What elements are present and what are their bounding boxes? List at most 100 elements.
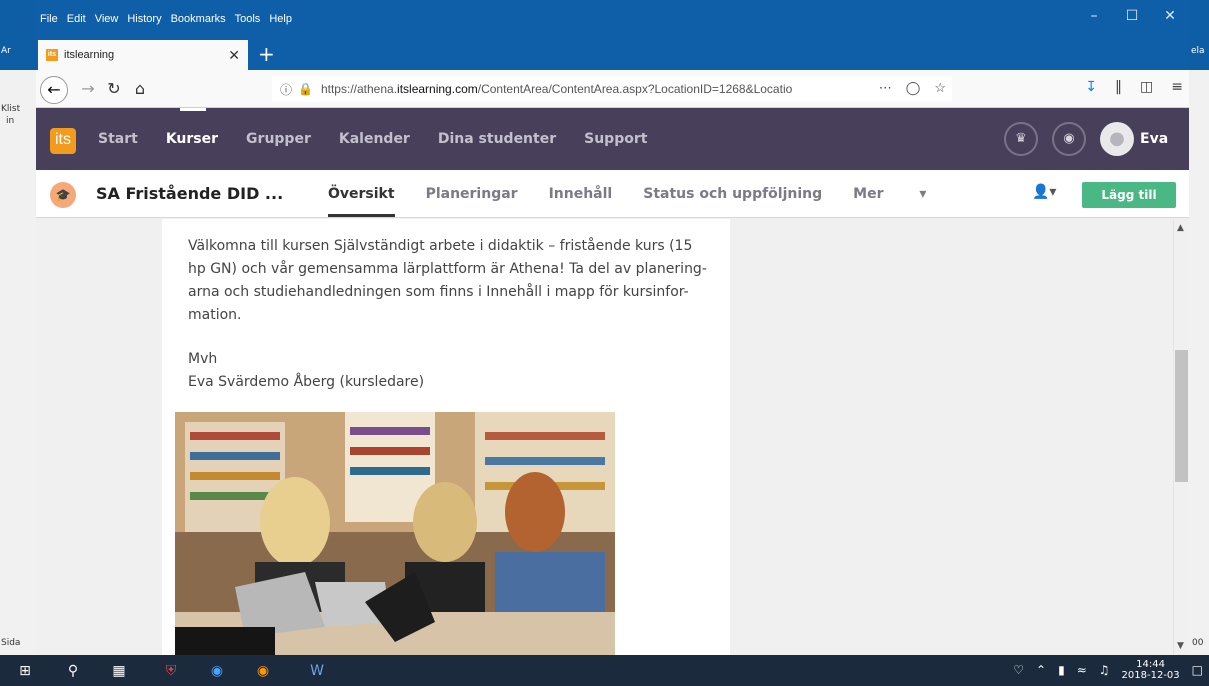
url-text: https://athena.itslearning.com/ContentAr… xyxy=(320,82,793,96)
tab-title: itslearning xyxy=(64,49,115,61)
person-menu-icon[interactable]: 👤▾ xyxy=(1032,184,1056,200)
url-tools: ⋯ ◯ ☆ xyxy=(879,80,946,96)
desktop-left-blue xyxy=(0,0,36,70)
students-photo xyxy=(175,412,615,655)
app-shield-icon[interactable]: ⛨ xyxy=(160,660,182,682)
course-title[interactable]: SA Fristående DID ... xyxy=(96,184,283,203)
itslearning-header: its Start Kurser Grupper Kalender Dina s… xyxy=(36,108,1189,170)
firefox-taskbar-icon[interactable]: ◉ xyxy=(252,660,274,682)
menu-help[interactable]: Help xyxy=(269,13,292,25)
maximize-icon[interactable]: ☐ xyxy=(1113,8,1151,24)
pocket-icon[interactable]: ◯ xyxy=(906,80,921,96)
browser-tab[interactable]: its itslearning ✕ xyxy=(38,40,248,70)
content-area: Välkomna till kursen Självständigt arbet… xyxy=(36,219,1173,655)
titlebar: File Edit View History Bookmarks Tools H… xyxy=(36,0,1189,70)
zoom-app-icon[interactable]: ◉ xyxy=(206,660,228,682)
main-nav: Start Kurser Grupper Kalender Dina stude… xyxy=(98,108,675,147)
url-bar[interactable]: ⓘ 🔒 https://athena.itslearning.com/Conte… xyxy=(272,76,952,102)
download-icon[interactable]: ↧ xyxy=(1085,79,1097,95)
menubar: File Edit View History Bookmarks Tools H… xyxy=(40,13,292,25)
avatar[interactable]: ● xyxy=(1100,122,1134,156)
bg-label-in: in xyxy=(6,116,15,126)
window-controls: – ☐ ✕ xyxy=(1075,8,1189,24)
welcome-line-1: Välkomna till kursen Självständigt arbet… xyxy=(188,238,693,254)
wifi-icon[interactable]: ≈ xyxy=(1077,663,1087,677)
word-taskbar-icon[interactable]: W xyxy=(306,660,328,682)
scroll-down-icon[interactable]: ▼ xyxy=(1177,641,1184,651)
course-tabs: Översikt Planeringar Innehåll Status och… xyxy=(328,186,988,217)
bg-label-00: 00 xyxy=(1192,638,1204,648)
close-icon[interactable]: ✕ xyxy=(1151,8,1189,24)
task-view-icon[interactable]: ▦ xyxy=(108,660,130,682)
menu-edit[interactable]: Edit xyxy=(67,13,86,25)
lock-icon: 🔒 xyxy=(298,82,313,96)
nav-kalender[interactable]: Kalender xyxy=(339,131,410,147)
search-icon[interactable]: ⚲ xyxy=(62,660,84,682)
signature: Eva Svärdemo Åberg (kursledare) xyxy=(188,374,425,390)
tab-status-och-uppfoljning[interactable]: Status och uppföljning xyxy=(643,186,822,202)
toolbar-right: ↧ ‖ ◫ ≡ xyxy=(1085,79,1183,95)
scroll-up-icon[interactable]: ▲ xyxy=(1177,223,1184,233)
home-icon[interactable]: ⌂ xyxy=(128,77,152,101)
forward-icon[interactable]: → xyxy=(76,77,100,101)
menu-bookmarks[interactable]: Bookmarks xyxy=(171,13,226,25)
welcome-paragraph: Välkomna till kursen Självständigt arbet… xyxy=(188,235,708,327)
system-tray: ♡ ⌃ ▮ ≈ ♫ 14:44 2018-12-03 □ xyxy=(1013,659,1203,681)
tab-oversikt[interactable]: Översikt xyxy=(328,186,395,217)
tab-mer[interactable]: Mer ▾ xyxy=(853,186,957,202)
hamburger-menu-icon[interactable]: ≡ xyxy=(1171,79,1183,95)
students-photo-illustration xyxy=(175,412,615,655)
volume-icon[interactable]: ♫ xyxy=(1099,663,1110,677)
menu-view[interactable]: View xyxy=(95,13,119,25)
clock-time: 14:44 xyxy=(1136,659,1165,670)
bulletin-card: Välkomna till kursen Självständigt arbet… xyxy=(162,219,730,655)
welcome-line-4: mation. xyxy=(188,307,242,323)
page-actions-icon[interactable]: ⋯ xyxy=(879,80,892,96)
notifications-icon[interactable]: □ xyxy=(1192,663,1203,677)
course-cap-icon: 🎓 xyxy=(50,182,76,208)
tab-close-icon[interactable]: ✕ xyxy=(228,47,240,64)
itslearning-favicon-icon: its xyxy=(46,49,58,61)
firefox-window: File Edit View History Bookmarks Tools H… xyxy=(36,0,1189,655)
bg-label-ela: ela xyxy=(1191,46,1205,56)
user-name[interactable]: Eva xyxy=(1140,131,1168,147)
battery-icon[interactable]: ▮ xyxy=(1058,663,1065,677)
bookmark-star-icon[interactable]: ☆ xyxy=(934,80,946,96)
desktop-left-strip xyxy=(0,0,36,655)
windows-start-icon[interactable]: ⊞ xyxy=(14,660,36,682)
tab-planeringar[interactable]: Planeringar xyxy=(426,186,518,202)
desktop-right-blue xyxy=(1189,0,1209,70)
course-header: 🎓 SA Fristående DID ... Översikt Planeri… xyxy=(36,170,1189,218)
itslearning-logo[interactable]: its xyxy=(50,128,76,154)
messages-icon[interactable]: ◉ xyxy=(1052,122,1086,156)
tray-chevron-icon[interactable]: ⌃ xyxy=(1036,663,1046,677)
info-icon[interactable]: ⓘ xyxy=(280,81,292,98)
signoff: Mvh xyxy=(188,351,218,367)
reload-icon[interactable]: ↻ xyxy=(102,77,126,101)
tab-innehall[interactable]: Innehåll xyxy=(549,186,613,202)
nav-dina-studenter[interactable]: Dina studenter xyxy=(438,131,556,147)
welcome-line-2: hp GN) och vår gemensamma lärplattform ä… xyxy=(188,261,707,277)
people-icon[interactable]: ♡ xyxy=(1013,663,1024,677)
sidebar-icon[interactable]: ◫ xyxy=(1140,79,1153,95)
nav-kurser[interactable]: Kurser xyxy=(166,108,218,147)
back-icon[interactable]: ← xyxy=(40,76,68,104)
bg-label-sida: Sida xyxy=(1,638,21,648)
menu-history[interactable]: History xyxy=(127,13,161,25)
page-scrollbar[interactable]: ▲ ▼ xyxy=(1173,219,1189,655)
windows-taskbar: ⊞ ⚲ ▦ ⛨ ◉ ◉ W ♡ ⌃ ▮ ≈ ♫ 14:44 2018-12-03… xyxy=(0,655,1209,686)
welcome-line-3: arna och studiehandledningen som finns i… xyxy=(188,284,689,300)
minimize-icon[interactable]: – xyxy=(1075,8,1113,24)
library-icon[interactable]: ‖ xyxy=(1115,79,1122,95)
menu-file[interactable]: File xyxy=(40,13,58,25)
nav-start[interactable]: Start xyxy=(98,131,138,147)
nav-grupper[interactable]: Grupper xyxy=(246,131,311,147)
menu-tools[interactable]: Tools xyxy=(235,13,261,25)
clock-date: 2018-12-03 xyxy=(1121,670,1180,681)
clock[interactable]: 14:44 2018-12-03 xyxy=(1122,659,1180,681)
notifications-bell-icon[interactable]: ♛ xyxy=(1004,122,1038,156)
add-button[interactable]: Lägg till xyxy=(1082,182,1176,208)
scroll-thumb[interactable] xyxy=(1175,350,1188,482)
nav-support[interactable]: Support xyxy=(584,131,647,147)
new-tab-icon[interactable]: + xyxy=(258,42,275,66)
